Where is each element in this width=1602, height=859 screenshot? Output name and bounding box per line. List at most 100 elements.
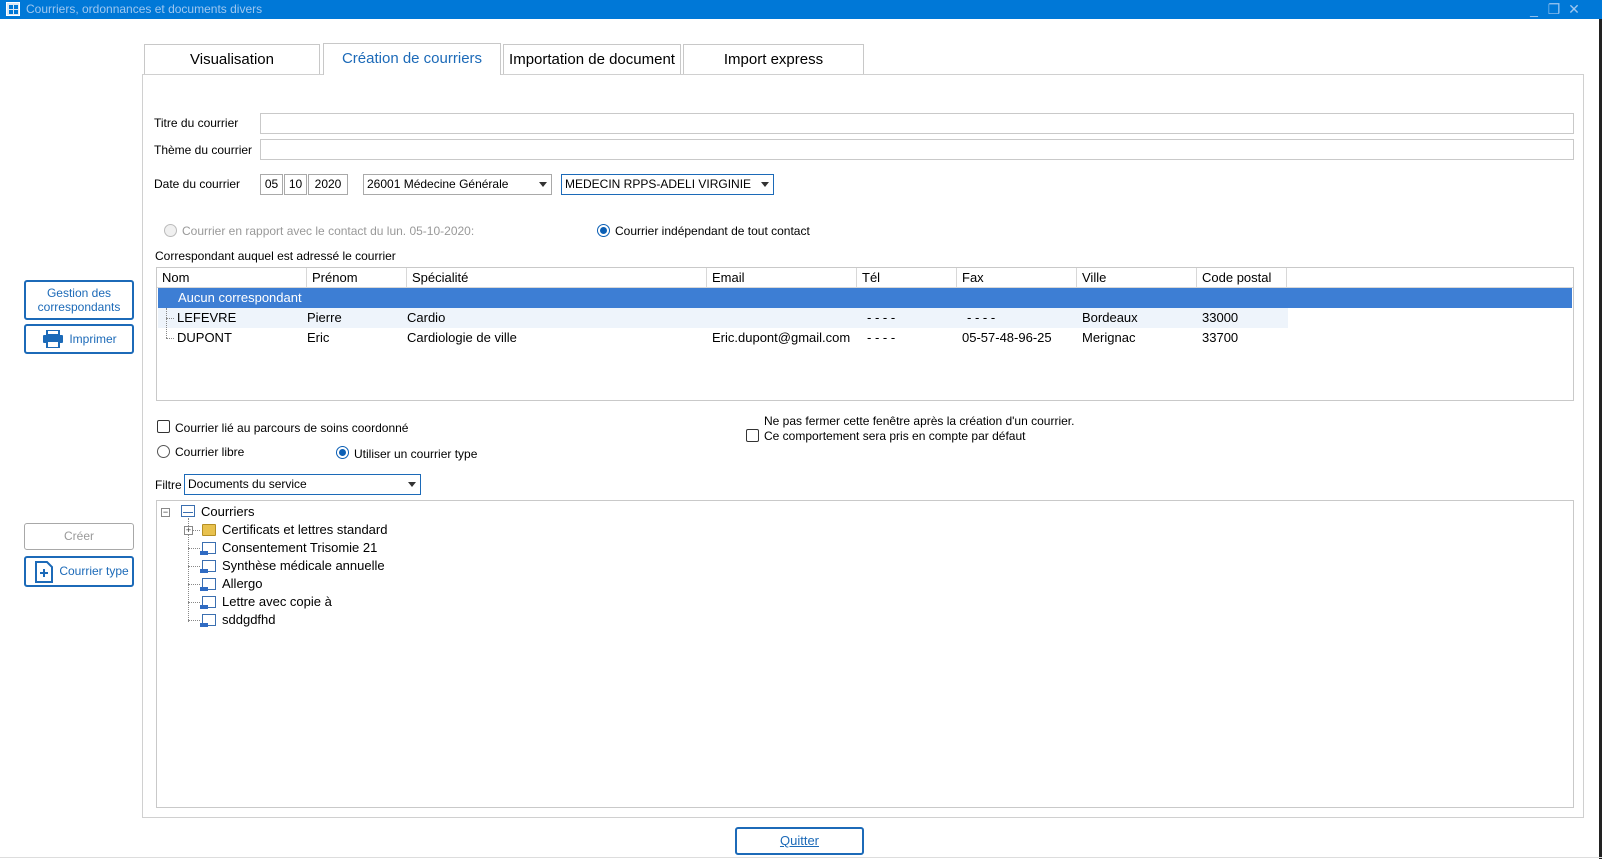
cell-cp: 33000	[1202, 310, 1239, 325]
radio-independant-label: Courrier indépendant de tout contact	[615, 224, 810, 238]
gestion-correspondants-button[interactable]: Gestion des correspondants	[24, 280, 134, 320]
imprimer-button[interactable]: Imprimer	[24, 324, 134, 354]
cell-email: Eric.dupont@gmail.com	[712, 330, 851, 345]
courrier-type-radio-label: Utiliser un courrier type	[354, 447, 478, 461]
col-prenom[interactable]: Prénom	[307, 268, 407, 287]
radio-independant[interactable]	[597, 224, 610, 237]
col-specialite[interactable]: Spécialité	[407, 268, 707, 287]
cell-tel: - - - -	[867, 330, 896, 345]
specialite-select[interactable]: 26001 Médecine Générale	[363, 174, 552, 195]
col-code-postal[interactable]: Code postal	[1197, 268, 1287, 287]
date-year-input[interactable]: 2020	[308, 174, 348, 195]
filtre-select[interactable]: Documents du service	[184, 474, 421, 495]
tree-connector	[188, 584, 200, 585]
cell-nom: DUPONT	[177, 330, 232, 345]
date-month-input[interactable]: 10	[284, 174, 307, 195]
document-icon	[200, 578, 216, 591]
tree-connector	[188, 548, 200, 549]
tree-connector	[188, 602, 200, 603]
col-email[interactable]: Email	[707, 268, 857, 287]
nepas-fermer-text: Ne pas fermer cette fenêtre après la cré…	[764, 414, 1075, 428]
cell-ville: Merignac	[1082, 330, 1136, 345]
aucun-correspondant: Aucun correspondant	[178, 290, 302, 305]
table-row[interactable]: LEFEVRE Pierre Cardio - - - - - - - - Bo…	[157, 308, 1573, 328]
parcours-label: Courrier lié au parcours de soins coordo…	[175, 421, 409, 435]
tab-creation-courriers[interactable]: Création de courriers	[323, 43, 501, 75]
courrier-libre-label: Courrier libre	[175, 445, 245, 459]
chevron-down-icon	[539, 182, 547, 187]
nepas-fermer-checkbox[interactable]	[746, 429, 759, 442]
tree-item[interactable]: Certificats et lettres standard	[222, 521, 387, 539]
radio-contact[interactable]	[164, 224, 177, 237]
table-row-selected[interactable]: Aucun correspondant	[158, 288, 1572, 308]
restore-icon[interactable]: ❐	[1544, 1, 1564, 17]
document-icon	[200, 596, 216, 609]
col-nom[interactable]: Nom	[157, 268, 307, 287]
gestion-label-line1: Gestion des	[46, 286, 112, 300]
radio-courrier-libre[interactable]	[157, 445, 170, 458]
tree-item[interactable]: Consentement Trisomie 21	[222, 539, 377, 557]
close-icon[interactable]: ✕	[1564, 1, 1584, 17]
envelope-icon	[181, 505, 195, 517]
radio-courrier-type[interactable]	[336, 446, 349, 459]
filtre-value: Documents du service	[188, 477, 307, 491]
window-bottom-edge	[0, 857, 1602, 858]
tab-importation-document[interactable]: Importation de document	[503, 44, 681, 74]
nepas-fermer-label: Ce comportement sera pris en compte par …	[764, 429, 1026, 443]
titre-label: Titre du courrier	[154, 116, 239, 130]
expand-icon[interactable]: +	[184, 526, 193, 535]
cell-ville: Bordeaux	[1082, 310, 1138, 325]
theme-input[interactable]	[260, 139, 1574, 160]
quitter-button[interactable]: Quitter	[735, 827, 864, 855]
cell-prenom: Pierre	[307, 310, 342, 325]
parcours-checkbox[interactable]	[157, 420, 170, 433]
tree-root[interactable]: Courriers	[201, 503, 254, 521]
collapse-icon[interactable]: −	[161, 508, 170, 517]
window-title: Courriers, ordonnances et documents dive…	[26, 2, 263, 16]
chevron-down-icon	[408, 482, 416, 487]
gestion-label-line2: correspondants	[37, 300, 121, 314]
courriers-tree[interactable]: − Courriers + Certificats et lettres sta…	[156, 500, 1574, 808]
filtre-label: Filtre	[155, 478, 182, 492]
courrier-type-button[interactable]: Courrier type	[24, 556, 134, 587]
medecin-select[interactable]: MEDECIN RPPS-ADELI VIRGINIE	[561, 174, 774, 195]
cell-tel: - - - -	[867, 310, 896, 325]
cell-cp: 33700	[1202, 330, 1239, 345]
date-day-input[interactable]: 05	[260, 174, 283, 195]
tree-item[interactable]: Allergo	[222, 575, 262, 593]
cell-nom: LEFEVRE	[177, 310, 237, 325]
cell-specialite: Cardiologie de ville	[407, 330, 517, 345]
cell-fax: - - - -	[967, 310, 996, 325]
col-fax[interactable]: Fax	[957, 268, 1077, 287]
date-label: Date du courrier	[154, 177, 241, 191]
tree-connector	[188, 566, 200, 567]
creer-button[interactable]: Créer	[24, 523, 134, 550]
radio-contact-label: Courrier en rapport avec le contact du l…	[182, 224, 475, 238]
col-tel[interactable]: Tél	[857, 268, 957, 287]
tree-item[interactable]: sddgdfhd	[222, 611, 276, 629]
app-icon	[6, 2, 20, 16]
specialite-value: 26001 Médecine Générale	[367, 177, 509, 191]
folder-icon	[202, 524, 216, 536]
titre-input[interactable]	[260, 113, 1574, 134]
cell-specialite: Cardio	[407, 310, 446, 325]
document-icon	[200, 614, 216, 627]
table-row[interactable]: DUPONT Eric Cardiologie de ville Eric.du…	[157, 328, 1573, 348]
imprimer-label: Imprimer	[69, 332, 117, 346]
printer-icon	[42, 329, 64, 349]
col-ville[interactable]: Ville	[1077, 268, 1197, 287]
courrier-type-label: Courrier type	[59, 564, 129, 578]
tab-visualisation[interactable]: Visualisation	[144, 44, 320, 74]
correspondants-grid[interactable]: Nom Prénom Spécialité Email Tél Fax Vill…	[156, 267, 1574, 401]
tree-item[interactable]: Lettre avec copie à	[222, 593, 332, 611]
cell-prenom: Eric	[307, 330, 330, 345]
quitter-label: Quitter	[779, 833, 819, 848]
theme-label: Thème du courrier	[154, 143, 253, 157]
document-icon	[200, 560, 216, 573]
cell-fax: 05-57-48-96-25	[962, 330, 1052, 345]
minimize-icon[interactable]: _	[1524, 1, 1544, 17]
tab-import-express[interactable]: Import express	[683, 44, 864, 74]
tree-item[interactable]: Synthèse médicale annuelle	[222, 557, 385, 575]
chevron-down-icon	[761, 182, 769, 187]
add-document-icon	[35, 561, 53, 583]
